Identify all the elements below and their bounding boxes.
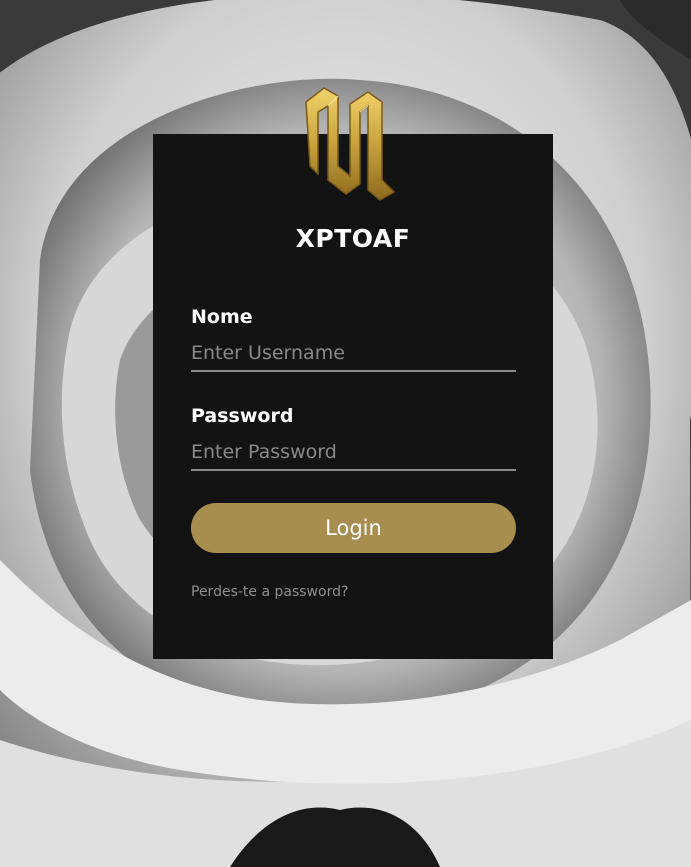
username-input[interactable] [191,336,516,372]
password-label: Password [191,405,294,427]
username-label: Nome [191,306,253,328]
brand-name: XPTOAF [295,224,411,253]
password-input[interactable] [191,435,516,471]
gothic-monogram-icon [305,87,396,201]
forgot-password-link[interactable]: Perdes-te a password? [191,584,348,600]
login-button[interactable]: Login [191,503,516,553]
login-card: XPTOAF Nome Password Login Perdes-te a p… [153,134,553,659]
